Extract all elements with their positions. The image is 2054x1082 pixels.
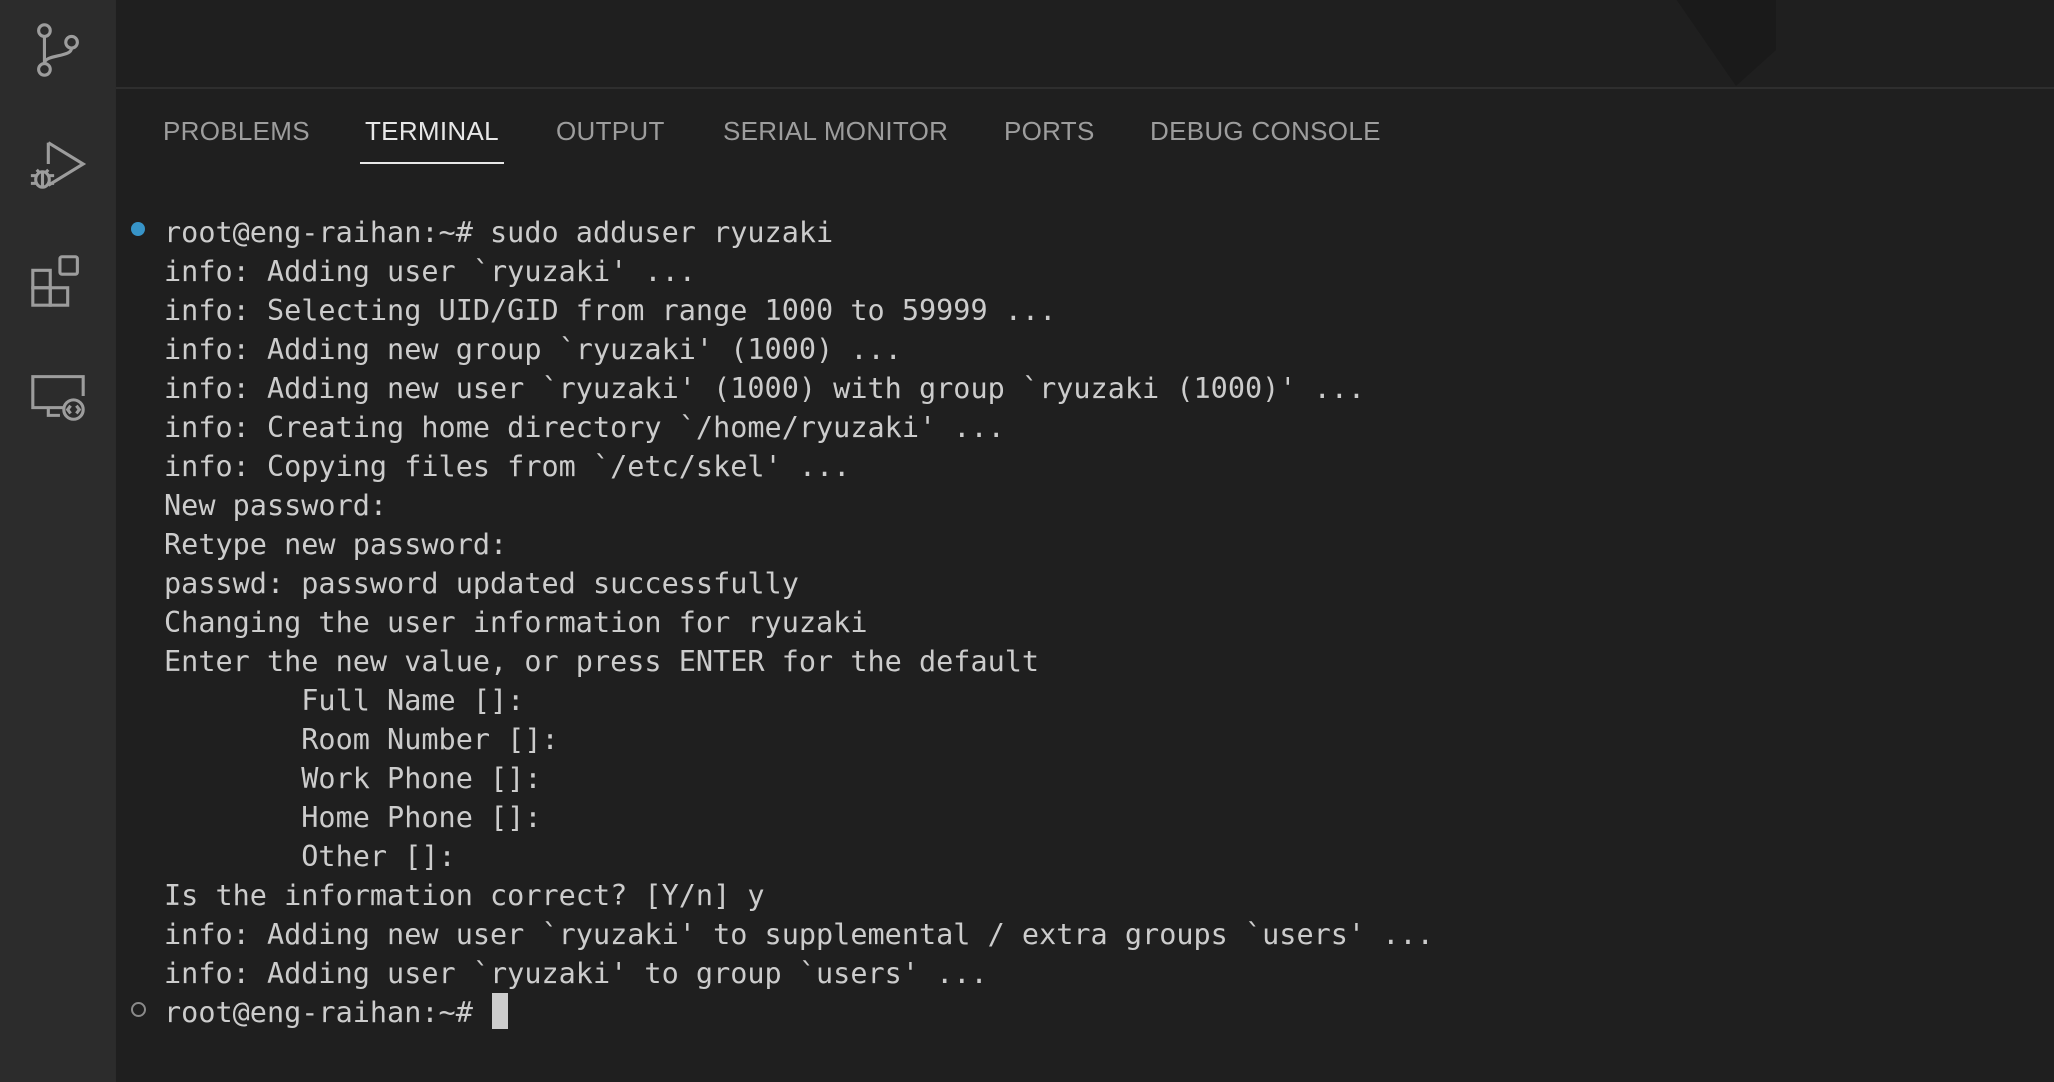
terminal-line: info: Adding new user `ryuzaki' to suppl… [164, 918, 1434, 951]
terminal-line: info: Adding new group `ryuzaki' (1000) … [164, 333, 902, 366]
terminal-line: Work Phone []: [164, 762, 559, 795]
tab-problems[interactable]: PROBLEMS [163, 89, 310, 162]
extensions-icon [30, 255, 79, 307]
editor-area [116, 0, 2054, 89]
terminal-line: Full Name []: [164, 684, 542, 717]
vscode-watermark-icon [1676, 0, 1776, 86]
activity-source-control[interactable] [0, 2, 115, 98]
terminal-line: info: Adding user `ryuzaki' ... [164, 255, 696, 288]
tab-debug-console[interactable]: DEBUG CONSOLE [1150, 89, 1381, 162]
terminal-line: Changing the user information for ryuzak… [164, 606, 868, 639]
terminal-line: root@eng-raihan:~# sudo adduser ryuzaki [164, 216, 834, 249]
activity-bar [0, 0, 116, 1082]
source-control-icon [36, 23, 79, 77]
activity-run-debug[interactable] [0, 116, 115, 212]
terminal-line: info: Creating home directory `/home/ryu… [164, 411, 1005, 444]
terminal-cursor [492, 993, 509, 1029]
vscode-window: PROBLEMS TERMINAL OUTPUT SERIAL MONITOR … [0, 0, 2054, 1082]
terminal-line: info: Copying files from `/etc/skel' ... [164, 450, 851, 483]
run-debug-icon [30, 141, 86, 189]
tab-terminal[interactable]: TERMINAL [360, 89, 504, 164]
terminal-line: info: Adding new user `ryuzaki' (1000) w… [164, 372, 1366, 405]
terminal-line: Retype new password: [164, 528, 525, 561]
command-idle-decoration-icon[interactable] [131, 1002, 146, 1017]
terminal-line: New password: [164, 489, 405, 522]
tab-ports[interactable]: PORTS [1004, 89, 1095, 162]
tab-output[interactable]: OUTPUT [556, 89, 665, 162]
terminal-prompt: root@eng-raihan:~# [164, 996, 491, 1029]
activity-extensions[interactable] [0, 232, 115, 328]
activity-remote-explorer[interactable] [0, 348, 115, 444]
terminal-line: Room Number []: [164, 723, 576, 756]
terminal-line: passwd: password updated successfully [164, 567, 799, 600]
terminal-line: Home Phone []: [164, 801, 559, 834]
terminal-prompt-line[interactable]: root@eng-raihan:~# [164, 993, 509, 1032]
terminal-line: Is the information correct? [Y/n] y [164, 879, 765, 912]
terminal-view[interactable]: root@eng-raihan:~# sudo adduser ryuzaki … [116, 213, 2054, 1082]
remote-explorer-icon [30, 375, 85, 421]
terminal-line: Other []: [164, 840, 473, 873]
terminal-line: info: Selecting UID/GID from range 1000 … [164, 294, 1057, 327]
terminal-line: Enter the new value, or press ENTER for … [164, 645, 1040, 678]
panel-tab-bar: PROBLEMS TERMINAL OUTPUT SERIAL MONITOR … [116, 89, 2054, 169]
command-success-decoration-icon[interactable] [131, 222, 145, 236]
tab-serial-monitor[interactable]: SERIAL MONITOR [723, 89, 948, 162]
terminal-line: info: Adding user `ryuzaki' to group `us… [164, 957, 988, 990]
